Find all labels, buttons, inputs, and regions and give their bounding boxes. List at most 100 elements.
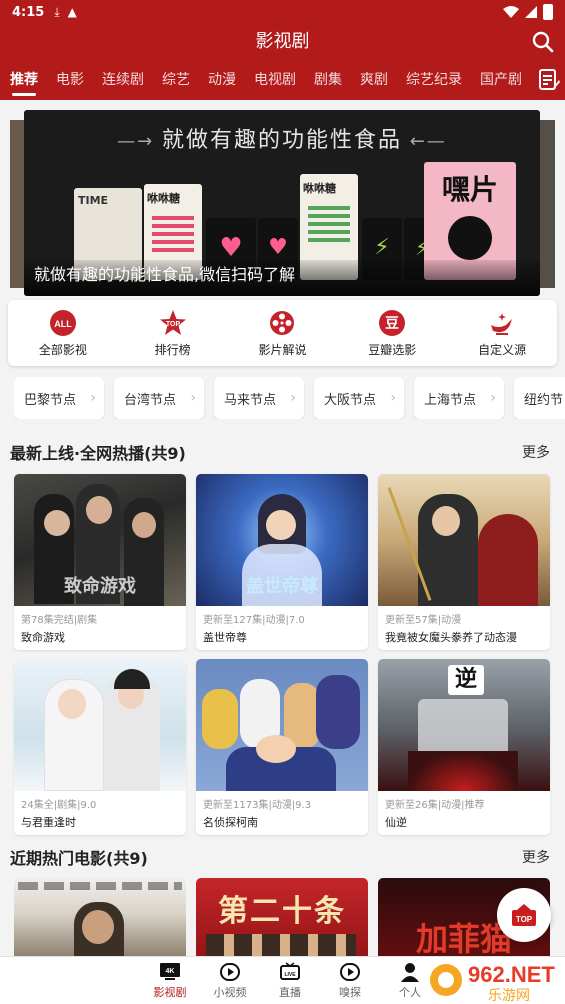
nav-label: 直播 (279, 985, 301, 999)
nav-sniff[interactable]: 嗅探 (320, 957, 380, 1004)
video-meta: 更新至127集|动漫|7.0 (203, 615, 305, 626)
chevron-right-icon: › (190, 390, 196, 406)
section-title: 近期热门电影(共9) (10, 849, 148, 868)
nav-label: 影视剧 (153, 985, 187, 999)
nav-label: 嗅探 (339, 985, 361, 999)
svg-text:TOP: TOP (166, 321, 181, 328)
server-nodes: 巴黎节点 › 台湾节点 › 马来节点 › 大阪节点 › 上海节点 › 纽约节 (14, 377, 565, 419)
wifi-icon (503, 6, 519, 18)
banner-next-peek[interactable] (539, 120, 555, 288)
status-time: 4:15 (12, 4, 45, 20)
quick-ranking[interactable]: TOP 排行榜 (123, 309, 223, 358)
watermark-logo: 962.NET 乐游网 (428, 956, 565, 1004)
quick-ranking-label: 排行榜 (154, 342, 191, 357)
quick-custom-label: 自定义源 (478, 342, 527, 357)
nav-movies[interactable]: 4K 影视剧 (140, 957, 200, 1004)
movie-card[interactable]: 第二十条 (196, 878, 368, 968)
person-icon (401, 962, 419, 982)
video-meta: 第78集完结|剧集 (21, 615, 98, 626)
banner-slogan: —→ 就做有趣的功能性食品 ←— (117, 128, 447, 153)
play-circle-icon (340, 962, 360, 981)
banner-carousel[interactable]: —→ 就做有趣的功能性食品 ←— TIME 咻咻糖 ♥ ♥ 咻咻糖 ⚡ ⚡ 嘿片… (0, 110, 565, 296)
video-title: 致命游戏 (21, 631, 65, 644)
search-icon[interactable] (531, 30, 555, 54)
poster-image (14, 659, 186, 791)
poster-image: 盖世帝尊 (196, 474, 368, 606)
video-title: 仙逆 (385, 816, 407, 829)
title-bar: 影视剧 (0, 24, 565, 60)
chevron-right-icon: › (290, 390, 296, 406)
svg-text:962.NET: 962.NET (468, 962, 555, 987)
node-osaka[interactable]: 大阪节点 › (314, 377, 404, 419)
quick-film-commentary[interactable]: 影片解说 (232, 309, 332, 358)
quick-douban-picks[interactable]: 豆 豆瓣选影 (342, 309, 442, 358)
banner-slide[interactable]: —→ 就做有趣的功能性食品 ←— TIME 咻咻糖 ♥ ♥ 咻咻糖 ⚡ ⚡ 嘿片… (24, 110, 540, 296)
video-meta: 更新至1173集|动漫|9.3 (203, 800, 312, 811)
node-taiwan[interactable]: 台湾节点 › (114, 377, 204, 419)
tab-recommend[interactable]: 推荐 (10, 60, 38, 100)
svg-text:4K: 4K (166, 968, 175, 975)
tab-variety[interactable]: 综艺 (162, 60, 190, 100)
video-title: 我竟被女魔头豢养了动态漫 (385, 631, 517, 644)
status-bar: 4:15 ⤓ ▲ (0, 0, 565, 24)
quick-all-videos[interactable]: ALL 全部影视 (13, 309, 113, 358)
banner-prev-peek[interactable] (10, 120, 24, 288)
nav-label: 小视频 (213, 985, 247, 999)
svg-text:LIVE: LIVE (284, 972, 296, 978)
tab-anime[interactable]: 动漫 (208, 60, 236, 100)
nav-live[interactable]: LIVE 直播 (260, 957, 320, 1004)
section-latest-header: 最新上线·全网热播(共9) 更多 (10, 440, 550, 464)
tab-documentary[interactable]: 综艺纪录 (406, 60, 462, 100)
chevron-right-icon: › (490, 390, 496, 406)
video-meta: 24集全|剧集|9.0 (21, 800, 97, 811)
more-link[interactable]: 更多 (522, 442, 550, 462)
banner-caption: 就做有趣的功能性食品,微信扫码了解 (24, 260, 540, 296)
play-circle-icon (220, 962, 240, 981)
svg-text:ALL: ALL (54, 319, 72, 329)
top-star-icon: TOP (159, 309, 186, 335)
magic-lamp-icon (491, 312, 513, 335)
poster-image (378, 474, 550, 606)
tab-series[interactable]: 连续剧 (102, 60, 144, 100)
poster-image: 致命游戏 (14, 474, 186, 606)
page-title: 影视剧 (255, 31, 310, 52)
scroll-top-button[interactable]: TOP (497, 888, 551, 942)
quick-custom-source[interactable]: 自定义源 (452, 309, 552, 358)
chevron-right-icon: › (90, 390, 96, 406)
tab-short-drama[interactable]: 爽剧 (360, 60, 388, 100)
quick-menu: ALL 全部影视 TOP 排行榜 影片解说 豆 豆瓣选影 自定义源 (8, 300, 557, 366)
app-header: 4:15 ⤓ ▲ 影视剧 推荐 电影 连续剧 综艺 动漫 电视剧 剧集 爽剧 综… (0, 0, 565, 100)
tab-domestic[interactable]: 国产剧 (480, 60, 522, 100)
poster-image (196, 659, 368, 791)
video-title: 与君重逢时 (21, 816, 76, 829)
edit-list-icon[interactable] (537, 68, 561, 92)
video-meta: 更新至26集|动漫|推荐 (385, 800, 485, 811)
video-card[interactable]: 24集全|剧集|9.0 与君重逢时 (14, 659, 186, 835)
video-card[interactable]: 盖世帝尊 更新至127集|动漫|7.0 盖世帝尊 (196, 474, 368, 650)
video-card[interactable]: 致命游戏 第78集完结|剧集 致命游戏 (14, 474, 186, 650)
more-link[interactable]: 更多 (522, 847, 550, 867)
download-icon: ⤓ (54, 4, 60, 19)
section-hot-movies-header: 近期热门电影(共9) 更多 (10, 845, 550, 869)
node-malaysia[interactable]: 马来节点 › (214, 377, 304, 419)
battery-icon (543, 4, 553, 20)
video-card[interactable]: 逆 更新至26集|动漫|推荐 仙逆 (378, 659, 550, 835)
chevron-right-icon: › (390, 390, 396, 406)
quick-douban-label: 豆瓣选影 (368, 342, 417, 357)
video-card[interactable]: 更新至1173集|动漫|9.3 名侦探柯南 (196, 659, 368, 835)
quick-all-label: 全部影视 (38, 342, 87, 357)
tab-tv-drama[interactable]: 电视剧 (254, 60, 296, 100)
svg-text:豆: 豆 (385, 316, 399, 332)
node-newyork[interactable]: 纽约节 (514, 377, 565, 419)
video-meta: 更新至57集|动漫 (385, 615, 462, 626)
poster-image: 逆 (378, 659, 550, 791)
video-card[interactable]: 更新至57集|动漫 我竟被女魔头豢养了动态漫 (378, 474, 550, 650)
node-paris[interactable]: 巴黎节点 › (14, 377, 104, 419)
tab-movie[interactable]: 电影 (56, 60, 84, 100)
node-shanghai[interactable]: 上海节点 › (414, 377, 504, 419)
video-title: 盖世帝尊 (203, 631, 247, 644)
tab-episodes[interactable]: 剧集 (314, 60, 342, 100)
nav-short-videos[interactable]: 小视频 (200, 957, 260, 1004)
movie-card[interactable] (14, 878, 186, 968)
svg-text:乐游网: 乐游网 (488, 988, 530, 1004)
